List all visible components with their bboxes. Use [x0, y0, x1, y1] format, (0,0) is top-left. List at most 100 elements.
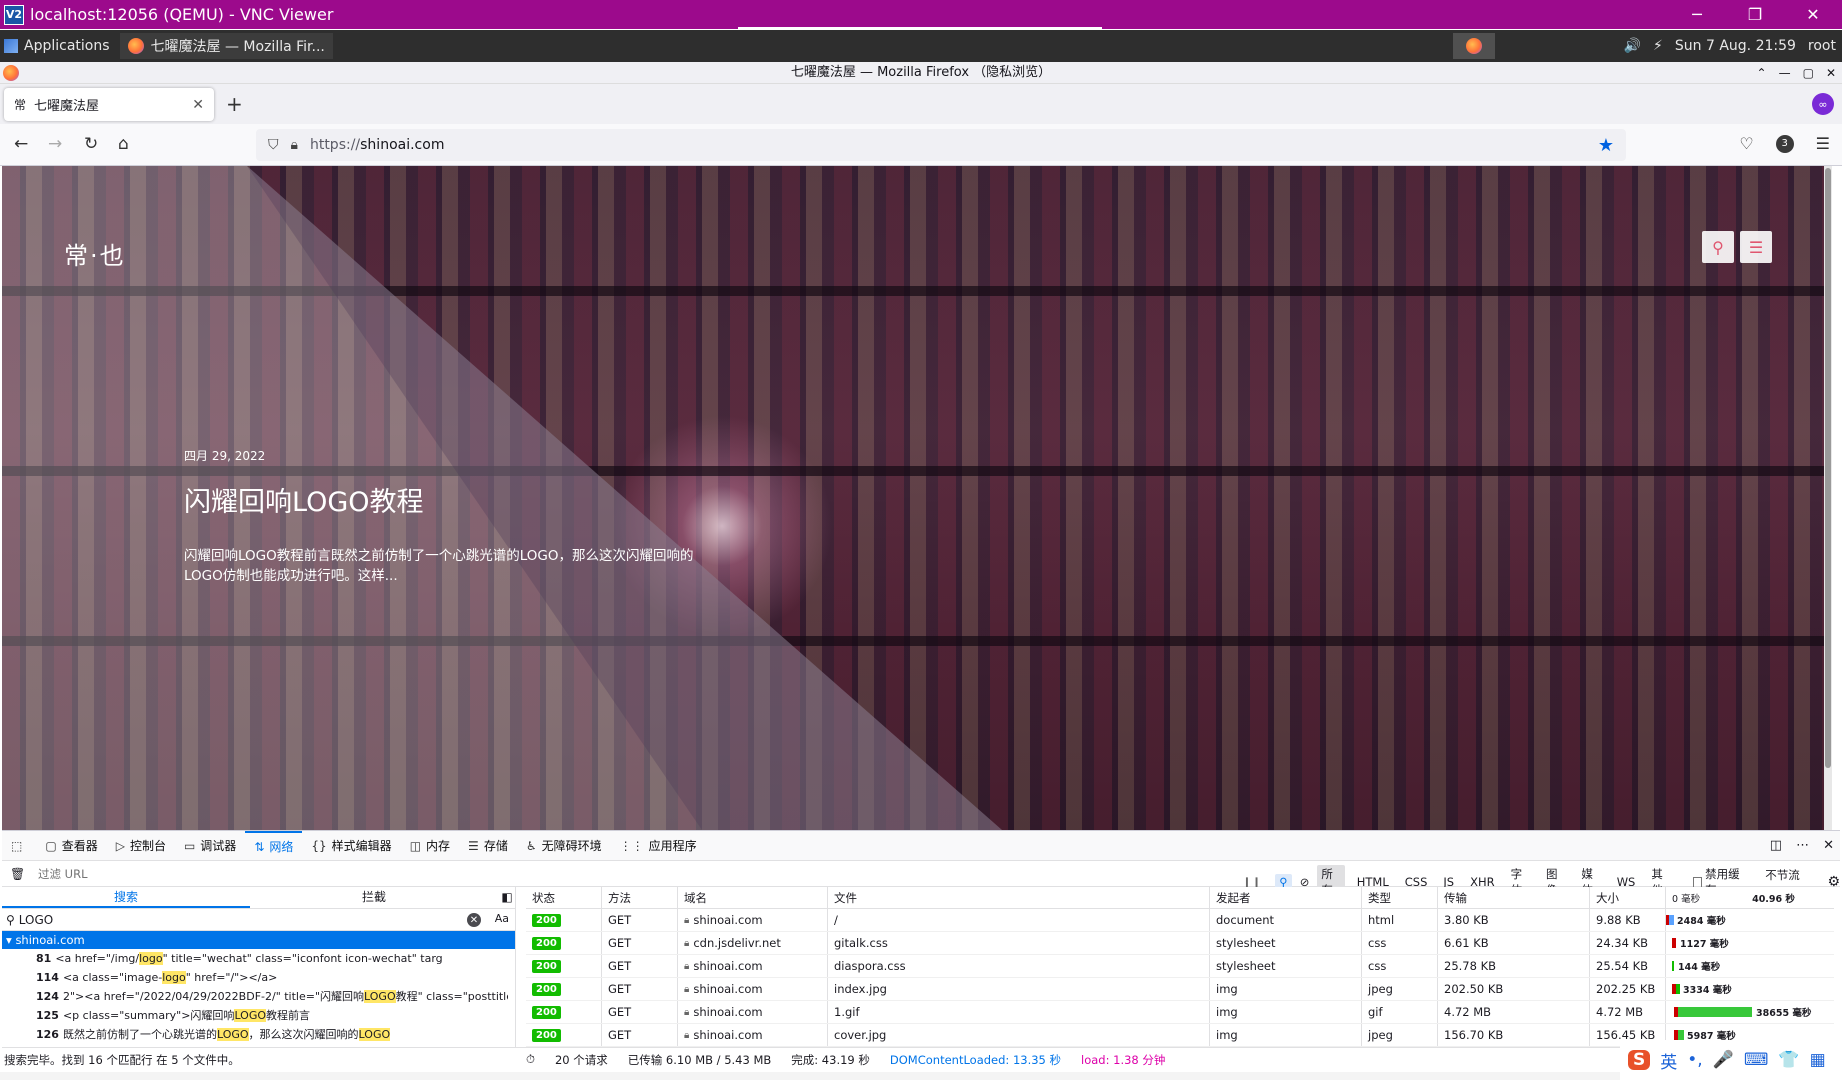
scrollbar-thumb[interactable] — [1825, 168, 1831, 768]
trash-icon[interactable]: 🗑︎ — [10, 867, 25, 881]
tab-console[interactable]: ▷ 控制台 — [107, 831, 175, 861]
type-cell: jpeg — [1362, 978, 1438, 1000]
column-file[interactable]: 文件 — [828, 887, 1210, 908]
search-result[interactable]: 126 既然之前仿制了一个心跳光谱的LOGO，那么这次闪耀回响的LOGO — [2, 1025, 508, 1044]
home-icon[interactable]: ⌂ — [118, 134, 129, 154]
reload-icon[interactable]: ↻ — [84, 134, 98, 154]
post-title[interactable]: 闪耀回响LOGO教程 — [184, 480, 424, 519]
case-sensitive-toggle[interactable]: Aa — [495, 912, 509, 925]
tab-network[interactable]: ⇅ 网络 — [245, 830, 303, 861]
more-options-icon[interactable]: ⋯ — [1796, 838, 1809, 853]
url-bar[interactable]: ⛉ 🔒︎ https:// shinoai.com ★ — [256, 129, 1626, 161]
network-request-table: 状态 方法 域名 文件 发起者 类型 传输 大小 0 毫秒 40.96 秒 200… — [526, 887, 1834, 1047]
search-result[interactable]: 125 <p class="summary">闪耀回响LOGO教程前言 — [2, 1006, 508, 1025]
table-row[interactable]: 200 GET 🔒︎ cdn.jsdelivr.net gitalk.css st… — [526, 932, 1834, 955]
list-menu-icon[interactable]: ☰ — [1740, 231, 1772, 263]
tab-search[interactable]: 搜索 — [2, 887, 250, 908]
match-highlight: LOGO — [216, 1028, 249, 1041]
site-logo[interactable]: 常·也 — [64, 236, 126, 271]
bookmark-star-icon[interactable]: ★ — [1598, 135, 1614, 156]
forward-arrow-icon[interactable]: → — [48, 134, 62, 154]
domain-text: shinoai.com — [693, 1005, 763, 1019]
domain-cell: 🔒︎ shinoai.com — [678, 909, 828, 931]
close-window-button[interactable]: ✕ — [1784, 0, 1842, 29]
back-arrow-icon[interactable]: ← — [14, 134, 28, 154]
column-method[interactable]: 方法 — [602, 887, 678, 908]
tab-style-editor[interactable]: {} 样式编辑器 — [302, 831, 400, 861]
volume-icon[interactable]: 🔊 — [1624, 38, 1641, 54]
tab-storage[interactable]: ☰ 存储 — [459, 831, 517, 861]
keyboard-icon[interactable]: ⌨ — [1744, 1050, 1769, 1070]
method-cell: GET — [602, 932, 678, 954]
minimize-button[interactable]: — — [1779, 62, 1791, 84]
initiator-cell: stylesheet — [1210, 955, 1362, 977]
table-row[interactable]: 200 GET 🔒︎ shinoai.com 1.gif img gif 4.72… — [526, 1001, 1834, 1024]
navigation-toolbar: ← → ↻ ⌂ ⛉ 🔒︎ https:// shinoai.com ★ ♡ 3 … — [0, 124, 1842, 166]
request-count: 20 个请求 — [554, 1052, 608, 1067]
new-tab-button[interactable]: + — [226, 92, 243, 116]
minimize-button[interactable]: ─ — [1668, 0, 1726, 29]
column-transferred[interactable]: 传输 — [1438, 887, 1590, 908]
domain-text: shinoai.com — [693, 982, 763, 996]
tab-inspector[interactable]: ▢ 查看器 — [36, 831, 106, 861]
timing-label: 38655 毫秒 — [1756, 1008, 1812, 1019]
table-row[interactable]: 200 GET 🔒︎ shinoai.com / document html 3.… — [526, 909, 1834, 932]
tray-firefox-launcher[interactable] — [1453, 33, 1495, 59]
sogou-logo-icon[interactable]: S — [1628, 1050, 1651, 1070]
close-button[interactable]: ✕ — [1826, 62, 1836, 84]
column-size[interactable]: 大小 — [1590, 887, 1666, 908]
tab-accessibility[interactable]: ♿ 无障碍环境 — [517, 831, 611, 861]
waterfall-bar — [1672, 961, 1674, 971]
maximize-button[interactable]: ▢ — [1803, 62, 1814, 84]
filter-url-input[interactable]: 过滤 URL — [38, 866, 87, 882]
tab-application[interactable]: ⋮⋮ 应用程序 — [611, 831, 706, 861]
lock-icon[interactable]: 🔒︎ — [291, 137, 298, 153]
toolbox-grid-icon[interactable]: ▦ — [1810, 1050, 1826, 1070]
collapse-pane-icon[interactable]: ◧ — [498, 887, 516, 908]
column-waterfall[interactable]: 0 毫秒 40.96 秒 — [1666, 887, 1834, 908]
applications-menu[interactable]: Applications — [0, 30, 110, 62]
shield-icon[interactable]: ⛉ — [268, 137, 279, 153]
clear-search-icon[interactable]: ✕ — [467, 913, 481, 927]
table-row[interactable]: 200 GET 🔒︎ shinoai.com diaspora.css style… — [526, 955, 1834, 978]
search-result[interactable]: 114 <a class="image-logo" href="/"></a> — [2, 968, 508, 987]
column-status[interactable]: 状态 — [526, 887, 602, 908]
microphone-icon[interactable]: 🎤 — [1713, 1050, 1734, 1070]
pocket-icon[interactable]: ♡ — [1739, 134, 1753, 153]
method-cell: GET — [602, 1001, 678, 1023]
table-row[interactable]: 200 GET 🔒︎ shinoai.com index.jpg img jpeg… — [526, 978, 1834, 1001]
search-result[interactable]: 124 2"><a href="/2022/04/29/2022BDF-2/" t… — [2, 987, 508, 1006]
transferred-cell: 25.78 KB — [1438, 955, 1590, 977]
punctuation-icon[interactable]: •, — [1687, 1050, 1702, 1070]
column-initiator[interactable]: 发起者 — [1210, 887, 1362, 908]
tab-active[interactable]: 常 七曜魔法屋 ✕ — [4, 88, 214, 121]
element-picker-button[interactable]: ⬚ — [2, 831, 36, 861]
extension-badge[interactable]: 3 — [1775, 134, 1794, 153]
dock-icon[interactable]: ◫ — [1770, 838, 1782, 853]
stopwatch-icon[interactable]: ⏱ — [526, 1052, 535, 1067]
search-icon[interactable]: ⚲ — [1702, 231, 1734, 263]
taskbar-firefox-window[interactable]: 七曜魔法屋 — Mozilla Fir... — [119, 33, 333, 59]
search-input[interactable]: ⚲ LOGO ✕ Aa — [2, 909, 515, 931]
network-icon[interactable]: ⚡ — [1653, 38, 1663, 54]
type-cell: jpeg — [1362, 1024, 1438, 1046]
status-cell: 200 — [526, 1024, 602, 1046]
page-scrollbar[interactable] — [1824, 166, 1832, 830]
ime-language-toggle[interactable]: 英 — [1660, 1048, 1677, 1073]
skin-icon[interactable]: 👕 — [1778, 1050, 1799, 1070]
clock[interactable]: Sun 7 Aug. 21:59 — [1675, 38, 1796, 54]
tab-blocking[interactable]: 拦截 — [250, 887, 498, 908]
column-domain[interactable]: 域名 — [678, 887, 828, 908]
result-group[interactable]: ▾ shinoai.com — [2, 931, 515, 949]
column-type[interactable]: 类型 — [1362, 887, 1438, 908]
search-result[interactable]: 81 <a href="/img/logo" title="wechat" cla… — [2, 949, 508, 968]
tab-label: 调试器 — [200, 839, 237, 853]
tab-debugger[interactable]: ▭ 调试器 — [175, 831, 245, 861]
close-devtools-icon[interactable]: ✕ — [1823, 838, 1834, 853]
menu-icon[interactable]: ☰ — [1816, 134, 1830, 153]
close-tab-icon[interactable]: ✕ — [192, 97, 204, 113]
tab-memory[interactable]: ◫ 内存 — [401, 831, 459, 861]
user-menu[interactable]: root — [1808, 38, 1836, 54]
chevron-up-icon[interactable]: ⌃ — [1757, 62, 1767, 84]
restore-button[interactable]: ❐ — [1726, 0, 1784, 29]
